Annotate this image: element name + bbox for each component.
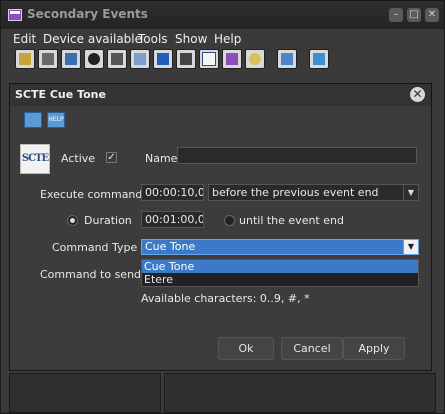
duration-radio[interactable]	[67, 215, 78, 226]
execute-time-input[interactable]: 00:00:10,00	[141, 184, 204, 201]
help-icon[interactable]: HELP	[47, 112, 65, 128]
cancel-button[interactable]: Cancel	[281, 337, 343, 360]
name-label: Name	[145, 152, 178, 165]
execute-mode-select[interactable]: before the previous event end ▼	[208, 184, 419, 201]
menubar: Edit Device available Tools Show Help	[1, 29, 444, 47]
active-label: Active	[61, 152, 96, 165]
printer-icon[interactable]	[38, 49, 58, 69]
maximize-button[interactable]: □	[407, 8, 421, 22]
until-event-end-label: until the event end	[239, 214, 344, 227]
left-pane	[9, 373, 161, 413]
disk-icon[interactable]	[245, 49, 265, 69]
chevron-down-icon[interactable]: ▼	[403, 240, 418, 254]
window-close-button[interactable]: ✕	[425, 8, 439, 22]
scte-icon[interactable]	[199, 49, 219, 69]
command-type-value: Cue Tone	[145, 240, 196, 253]
hdtv-icon[interactable]	[84, 49, 104, 69]
network-icon[interactable]	[153, 49, 173, 69]
dialog-title: SCTE Cue Tone	[15, 88, 106, 101]
save-icon[interactable]	[24, 112, 42, 128]
app-icon	[8, 9, 22, 21]
minimize-button[interactable]: –	[389, 8, 403, 22]
execute-mode-value: before the previous event end	[212, 186, 379, 199]
dialog-close-icon[interactable]: ✕	[410, 87, 425, 102]
name-input[interactable]	[177, 147, 417, 164]
film-icon[interactable]	[176, 49, 196, 69]
until-event-end-radio[interactable]	[224, 215, 235, 226]
option-etere[interactable]: Etere	[142, 273, 418, 286]
chevron-down-icon[interactable]: ▼	[403, 185, 418, 200]
layout-icon[interactable]	[277, 49, 297, 69]
dialog-titlebar[interactable]: SCTE Cue Tone ✕	[10, 84, 431, 106]
secondary-icon[interactable]	[309, 49, 329, 69]
stack-icon[interactable]	[222, 49, 242, 69]
window-titlebar[interactable]: Secondary Events – □ ✕	[1, 1, 444, 29]
menu-tools[interactable]: Tools	[138, 32, 168, 46]
duration-label: Duration	[84, 214, 132, 227]
device-add-icon[interactable]	[15, 49, 35, 69]
ok-button[interactable]: Ok	[218, 337, 274, 360]
duration-input[interactable]: 00:01:00,00	[141, 211, 204, 228]
video-icon[interactable]	[107, 49, 127, 69]
option-cue-tone[interactable]: Cue Tone	[142, 260, 418, 273]
command-to-send-label: Command to send	[40, 268, 142, 281]
menu-show[interactable]: Show	[175, 32, 207, 46]
window-title: Secondary Events	[27, 7, 148, 21]
execute-command-label: Execute command	[40, 188, 143, 201]
scte-logo: SCTE	[20, 144, 50, 174]
menu-help[interactable]: Help	[214, 32, 241, 46]
right-pane	[164, 373, 436, 413]
phone-icon[interactable]	[130, 49, 150, 69]
menu-edit[interactable]: Edit	[13, 32, 36, 46]
command-type-dropdown: Cue Tone Etere	[141, 259, 419, 287]
command-type-label: Command Type	[52, 241, 138, 254]
apply-button[interactable]: Apply	[343, 337, 405, 360]
command-type-select[interactable]: Cue Tone ▼	[141, 239, 419, 255]
active-checkbox[interactable]: ✓	[106, 152, 117, 163]
monitor-icon[interactable]	[61, 49, 81, 69]
available-characters-text: Available characters: 0..9, #, *	[141, 292, 310, 305]
menu-device-available[interactable]: Device available	[43, 32, 142, 46]
scte-cue-tone-dialog: SCTE Cue Tone ✕ HELP SCTE Active ✓ Name …	[9, 83, 432, 371]
